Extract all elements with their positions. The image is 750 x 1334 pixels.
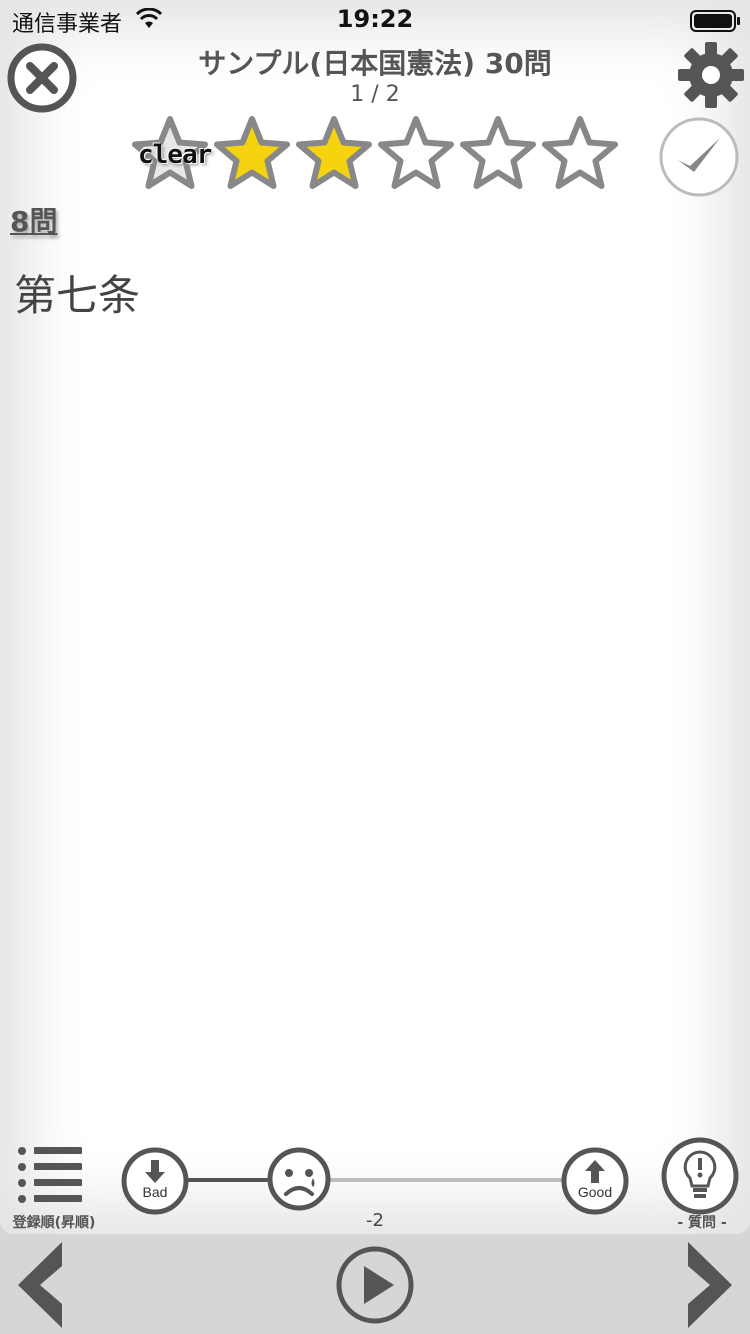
- arrow-up-icon: [561, 1147, 629, 1215]
- battery-icon: [690, 10, 740, 32]
- star-icon: [214, 116, 290, 189]
- mark-done-button[interactable]: [658, 116, 740, 198]
- settings-button[interactable]: [676, 40, 746, 110]
- bad-label: Bad: [142, 1184, 168, 1200]
- score-track-filled: [186, 1178, 276, 1182]
- sort-order-button[interactable]: [14, 1144, 88, 1206]
- star-icon: [378, 116, 454, 189]
- rating-star-5[interactable]: [540, 114, 620, 194]
- next-button[interactable]: [684, 1240, 736, 1330]
- arrow-down-icon: [121, 1147, 189, 1215]
- clock: 19:22: [336, 5, 414, 33]
- chevron-right-icon: [688, 1242, 732, 1328]
- chevron-left-icon: [18, 1242, 62, 1328]
- question-count: 8問: [10, 205, 58, 238]
- bad-button[interactable]: Bad: [120, 1146, 190, 1216]
- sort-order-label: 登録順(昇順): [12, 1215, 96, 1231]
- rating-star-4[interactable]: [458, 114, 538, 194]
- sad-face-marker[interactable]: [266, 1146, 332, 1212]
- score-track-empty: [328, 1178, 564, 1182]
- sad-face-icon: [267, 1147, 331, 1211]
- good-button[interactable]: Good: [560, 1146, 630, 1216]
- star-icon: [132, 116, 208, 189]
- score-value: -2: [366, 1210, 384, 1231]
- lightbulb-icon: [661, 1137, 739, 1215]
- page-indicator: 1 / 2: [350, 82, 400, 107]
- star-icon: [542, 116, 618, 189]
- gear-icon: [678, 42, 744, 108]
- rating-star-3[interactable]: [376, 114, 456, 194]
- hint-button[interactable]: [660, 1136, 740, 1216]
- close-icon: [7, 43, 77, 113]
- star-icon: [460, 116, 536, 189]
- rating-star-1[interactable]: [212, 114, 292, 194]
- good-label: Good: [577, 1184, 613, 1200]
- star-rating: [130, 114, 620, 194]
- question-text: 第七条: [14, 271, 141, 320]
- status-bar: 通信事業者 19:22: [0, 0, 750, 40]
- list-icon: [18, 1147, 82, 1203]
- clear-star[interactable]: [130, 114, 210, 194]
- prev-button[interactable]: [14, 1240, 66, 1330]
- hint-label: - 質問 -: [677, 1215, 727, 1231]
- play-icon: [336, 1246, 414, 1324]
- rating-star-2[interactable]: [294, 114, 374, 194]
- deck-title: サンプル(日本国憲法) 30問: [198, 47, 552, 80]
- play-button[interactable]: [334, 1244, 416, 1326]
- close-button[interactable]: [6, 42, 78, 114]
- star-icon: [296, 116, 372, 189]
